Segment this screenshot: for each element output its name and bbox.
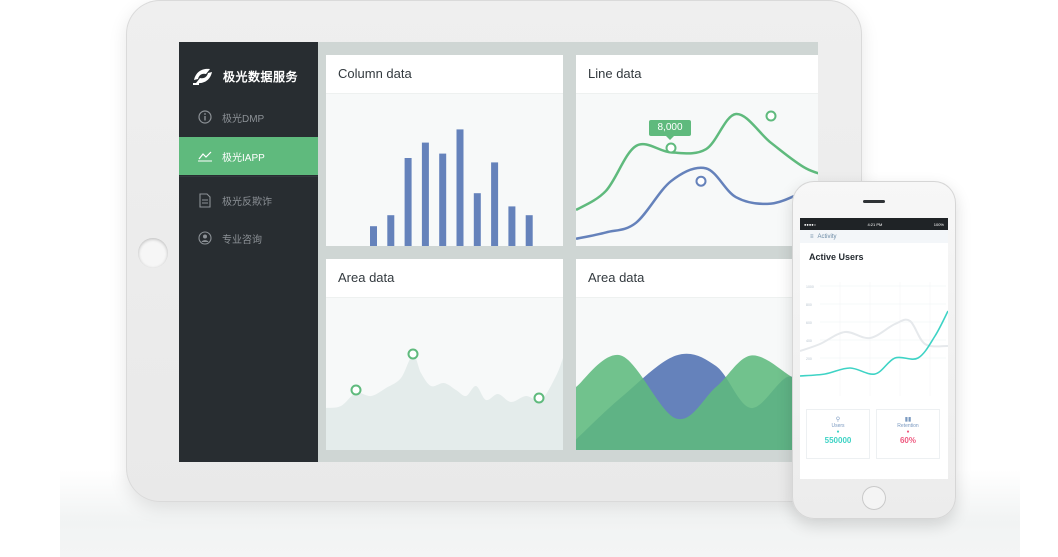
stat-value: 550000 [824, 436, 852, 445]
data-point [533, 392, 545, 404]
bar [456, 129, 464, 246]
area-fill [326, 354, 563, 450]
sidebar-item-label: 极光反欺诈 [222, 196, 272, 208]
area-chart-2 [576, 353, 818, 450]
bar [439, 153, 447, 246]
line-chart [576, 110, 818, 241]
phone-speaker [863, 200, 885, 203]
bar [387, 215, 395, 246]
y-tick-label: 1000 [806, 285, 814, 289]
line-chart-card: Line data 8,000 [576, 55, 818, 246]
bar [525, 215, 533, 246]
data-point [665, 142, 677, 154]
sidebar-item-dmp[interactable]: 极光DMP [179, 98, 318, 136]
bar [473, 193, 481, 246]
chart-area: 8,000 [576, 94, 818, 246]
sidebar-item-consult[interactable]: 专业咨询 [179, 219, 318, 257]
y-tick-label: 600 [806, 321, 812, 325]
phone-line-chart: 1000 800 600 400 200 [800, 282, 948, 396]
card-title: Column data [326, 55, 563, 94]
sidebar-item-label: 极光DMP [222, 113, 265, 125]
sidebar-divider [179, 176, 318, 177]
y-tick-label: 400 [806, 339, 812, 343]
bar [421, 142, 429, 246]
users-icon: ⚲ [835, 417, 841, 423]
area-chart-card-2: Area data [576, 259, 818, 450]
sidebar-item-iapp[interactable]: 极光IAPP [179, 137, 318, 175]
area-chart [326, 348, 563, 450]
status-time: 4:21 PM [867, 221, 883, 227]
tooltip: 8,000 [649, 120, 691, 136]
stat-retention: ▮▮ Retention ● 60% [876, 409, 940, 459]
chart-area [326, 298, 563, 450]
card-title: Area data [576, 259, 818, 298]
phone-nav-label: Activity [817, 233, 837, 240]
card-title: Area data [326, 259, 563, 298]
line-chart-icon [197, 148, 213, 164]
phone-nav[interactable]: ≡ Activity [800, 230, 948, 243]
logo-icon [193, 68, 212, 85]
stat-users: ⚲ Users ● 550000 [806, 409, 870, 459]
user-icon [197, 230, 213, 246]
chart-area [576, 298, 818, 450]
menu-icon: ≡ [810, 233, 814, 240]
tooltip-arrow [666, 136, 674, 140]
card-title: Line data [576, 55, 818, 94]
bar [508, 206, 516, 246]
sidebar-item-label: 极光IAPP [222, 152, 265, 164]
bar [370, 226, 377, 246]
data-point [350, 384, 362, 396]
phone-frame: ●●●●○ 4:21 PM 100% ≡ Activity Active Use… [792, 181, 956, 519]
series-line-secondary [800, 318, 948, 352]
sidebar-item-label: 专业咨询 [222, 234, 262, 246]
column-chart [370, 129, 533, 246]
column-chart-card: Column data [326, 55, 563, 246]
sidebar-item-antifraud[interactable]: 极光反欺诈 [179, 181, 318, 219]
tablet-home-button[interactable] [138, 238, 168, 268]
area-chart-card: Area data [326, 259, 563, 450]
y-tick-label: 200 [806, 357, 812, 361]
y-tick-label: 800 [806, 303, 812, 307]
brand: 极光数据服务 [191, 64, 298, 88]
stat-value: 60% [899, 436, 916, 445]
stat-dot: ● [906, 429, 910, 435]
signal-icon: ●●●●○ [804, 221, 817, 227]
status-bar: ●●●●○ 4:21 PM 100% [800, 218, 948, 230]
brand-title: 极光数据服务 [223, 69, 299, 84]
tooltip-value: 8,000 [657, 122, 683, 133]
document-icon [197, 192, 213, 208]
tablet-screen: 极光数据服务 极光DMP 极光IAPP 极光反欺诈 专业咨询 Column da… [179, 42, 818, 462]
bar [404, 158, 412, 246]
stats-row: ⚲ Users ● 550000 ▮▮ Retention ● 60% [806, 409, 942, 469]
phone-screen: ●●●●○ 4:21 PM 100% ≡ Activity Active Use… [800, 218, 948, 479]
phone-title: Active Users [809, 252, 864, 262]
bar-chart-icon: ▮▮ [904, 417, 912, 423]
data-point [765, 110, 777, 122]
series-line [576, 112, 818, 212]
status-battery: 100% [933, 221, 944, 227]
sidebar: 极光数据服务 极光DMP 极光IAPP 极光反欺诈 专业咨询 [179, 42, 318, 462]
info-icon [197, 109, 213, 125]
stat-dot: ● [836, 429, 840, 435]
chart-area [326, 94, 563, 246]
bar [491, 162, 499, 246]
data-point [695, 175, 707, 187]
data-point [407, 348, 419, 360]
phone-home-button[interactable] [862, 486, 886, 510]
